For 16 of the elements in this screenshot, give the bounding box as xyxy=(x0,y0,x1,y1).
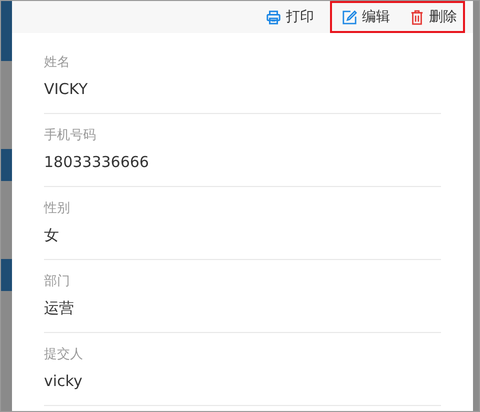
edit-icon xyxy=(342,10,357,24)
delete-button[interactable]: 删除 xyxy=(400,1,465,33)
field-label: 性别 xyxy=(44,200,71,218)
field-value: VICKY xyxy=(44,79,89,100)
field-value: vicky xyxy=(44,371,84,392)
printer-icon xyxy=(266,10,281,24)
field-value: 运营 xyxy=(44,298,75,319)
field-label: 提交人 xyxy=(44,346,84,364)
field-value: 18033336666 xyxy=(44,152,150,173)
field-label: 手机号码 xyxy=(44,127,97,145)
print-button[interactable]: 打印 xyxy=(256,1,324,33)
edit-button[interactable]: 编辑 xyxy=(330,1,400,33)
field-value: 女 xyxy=(44,225,60,246)
field-label: 部门 xyxy=(44,273,71,291)
field-label: 姓名 xyxy=(44,54,71,72)
trash-icon xyxy=(410,10,424,24)
